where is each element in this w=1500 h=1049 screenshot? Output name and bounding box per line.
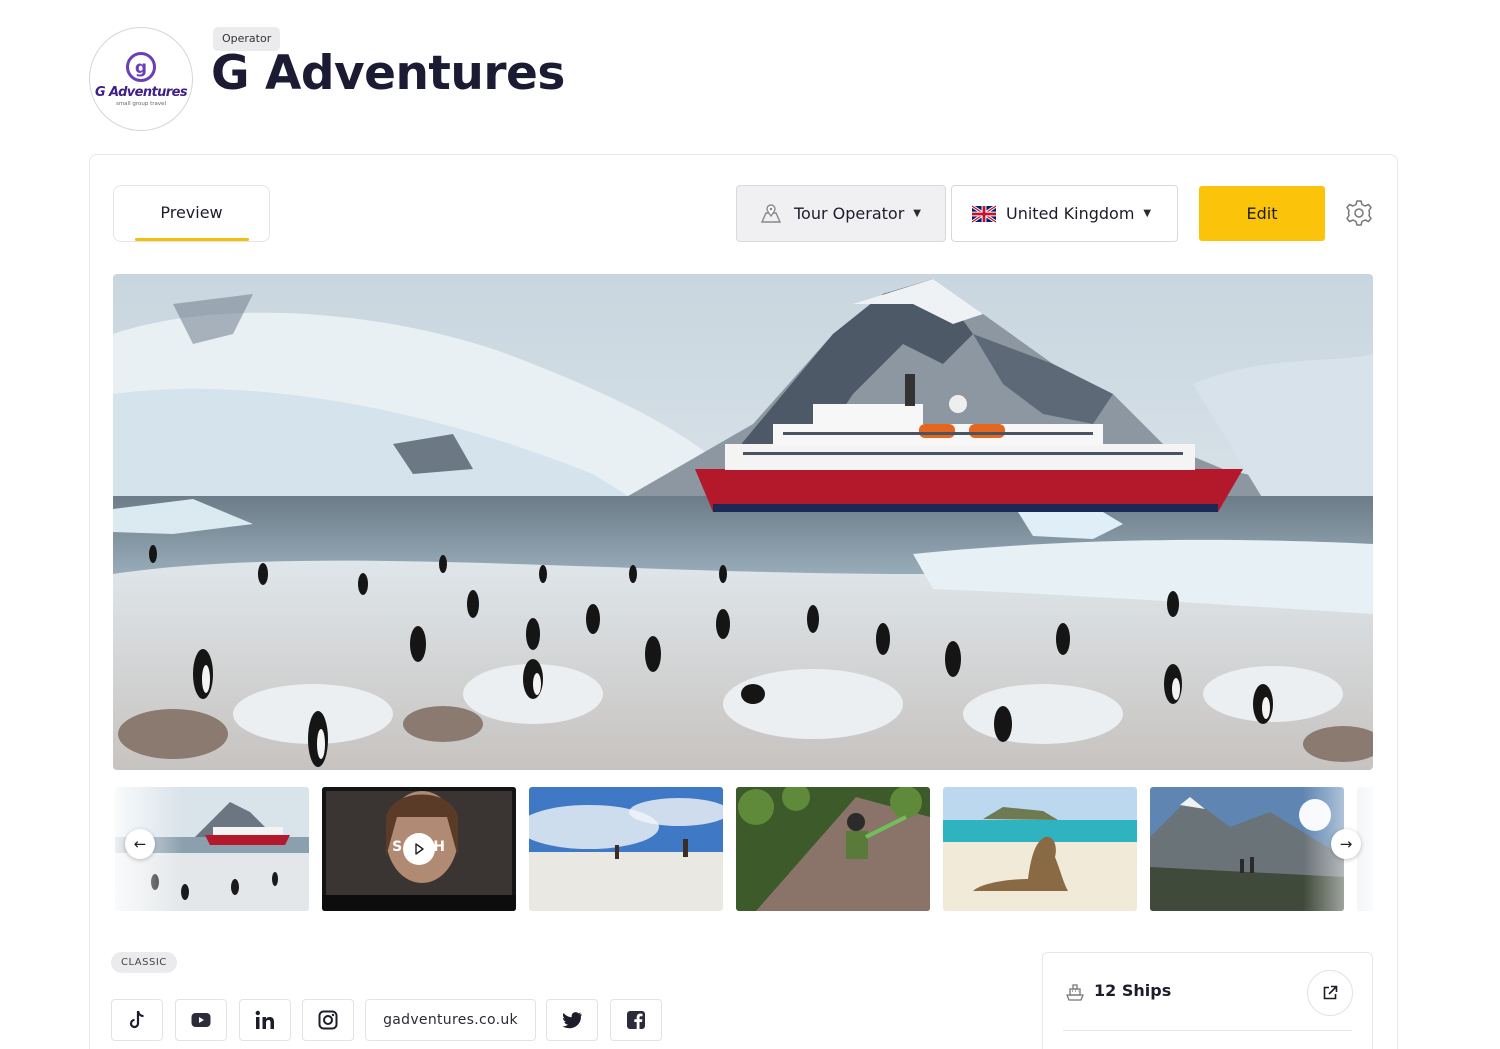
youtube-icon <box>191 1013 211 1027</box>
website-link[interactable]: gadventures.co.uk <box>365 999 536 1041</box>
chevron-down-icon: ▼ <box>913 208 921 219</box>
hero-image[interactable] <box>113 274 1373 770</box>
facebook-icon <box>627 1011 645 1029</box>
page-title: G Adventures <box>211 46 565 101</box>
edit-button[interactable]: Edit <box>1199 186 1325 241</box>
ships-card: 12 Ships <box>1042 952 1373 1049</box>
ship-icon <box>1065 982 1085 1006</box>
chevron-down-icon: ▼ <box>1143 208 1152 219</box>
thumbnail-strip: SO CH <box>113 787 1373 911</box>
tab-active-indicator <box>135 238 249 241</box>
svg-text:g: g <box>135 58 147 78</box>
linkedin-link[interactable] <box>239 999 291 1041</box>
thumbnail-climber[interactable] <box>736 787 930 911</box>
operator-type-value: Tour Operator <box>794 204 905 223</box>
operator-logo: g G Adventures small group travel <box>89 27 193 131</box>
uk-flag-icon <box>972 204 996 224</box>
thumbnail-sea-lion[interactable] <box>943 787 1137 911</box>
linkedin-icon <box>255 1010 274 1029</box>
g-logo-icon: g <box>126 52 156 82</box>
operator-type-select[interactable]: Tour Operator ▼ <box>736 185 946 242</box>
thumbnail-beach-walkers[interactable] <box>529 787 723 911</box>
external-link-icon <box>1323 985 1338 1000</box>
logo-wordmark: G Adventures <box>95 85 188 100</box>
thumbnail-video[interactable]: SO CH <box>322 787 516 911</box>
logo-tagline: small group travel <box>115 101 167 107</box>
twitter-link[interactable] <box>546 999 598 1041</box>
tiktok-link[interactable] <box>111 999 163 1041</box>
country-select[interactable]: United Kingdom ▼ <box>951 185 1178 242</box>
tab-preview-label: Preview <box>160 203 223 222</box>
country-value: United Kingdom <box>1006 204 1135 223</box>
map-icon <box>760 203 784 224</box>
play-icon[interactable] <box>403 833 435 865</box>
facebook-link[interactable] <box>610 999 662 1041</box>
classic-badge: CLASSIC <box>111 952 177 973</box>
youtube-link[interactable] <box>175 999 227 1041</box>
ships-divider <box>1063 1030 1352 1031</box>
twitter-icon <box>562 1011 582 1028</box>
arrow-right-icon[interactable]: → <box>1331 829 1361 859</box>
gear-icon[interactable] <box>1344 198 1374 228</box>
arrow-left-icon[interactable]: ← <box>125 829 155 859</box>
instagram-link[interactable] <box>302 999 354 1041</box>
ships-open-button[interactable] <box>1307 970 1353 1016</box>
tiktok-icon <box>129 1010 144 1029</box>
tab-preview[interactable]: Preview <box>113 185 270 242</box>
instagram-icon <box>318 1010 338 1030</box>
ships-count-label: 12 Ships <box>1094 981 1172 1000</box>
